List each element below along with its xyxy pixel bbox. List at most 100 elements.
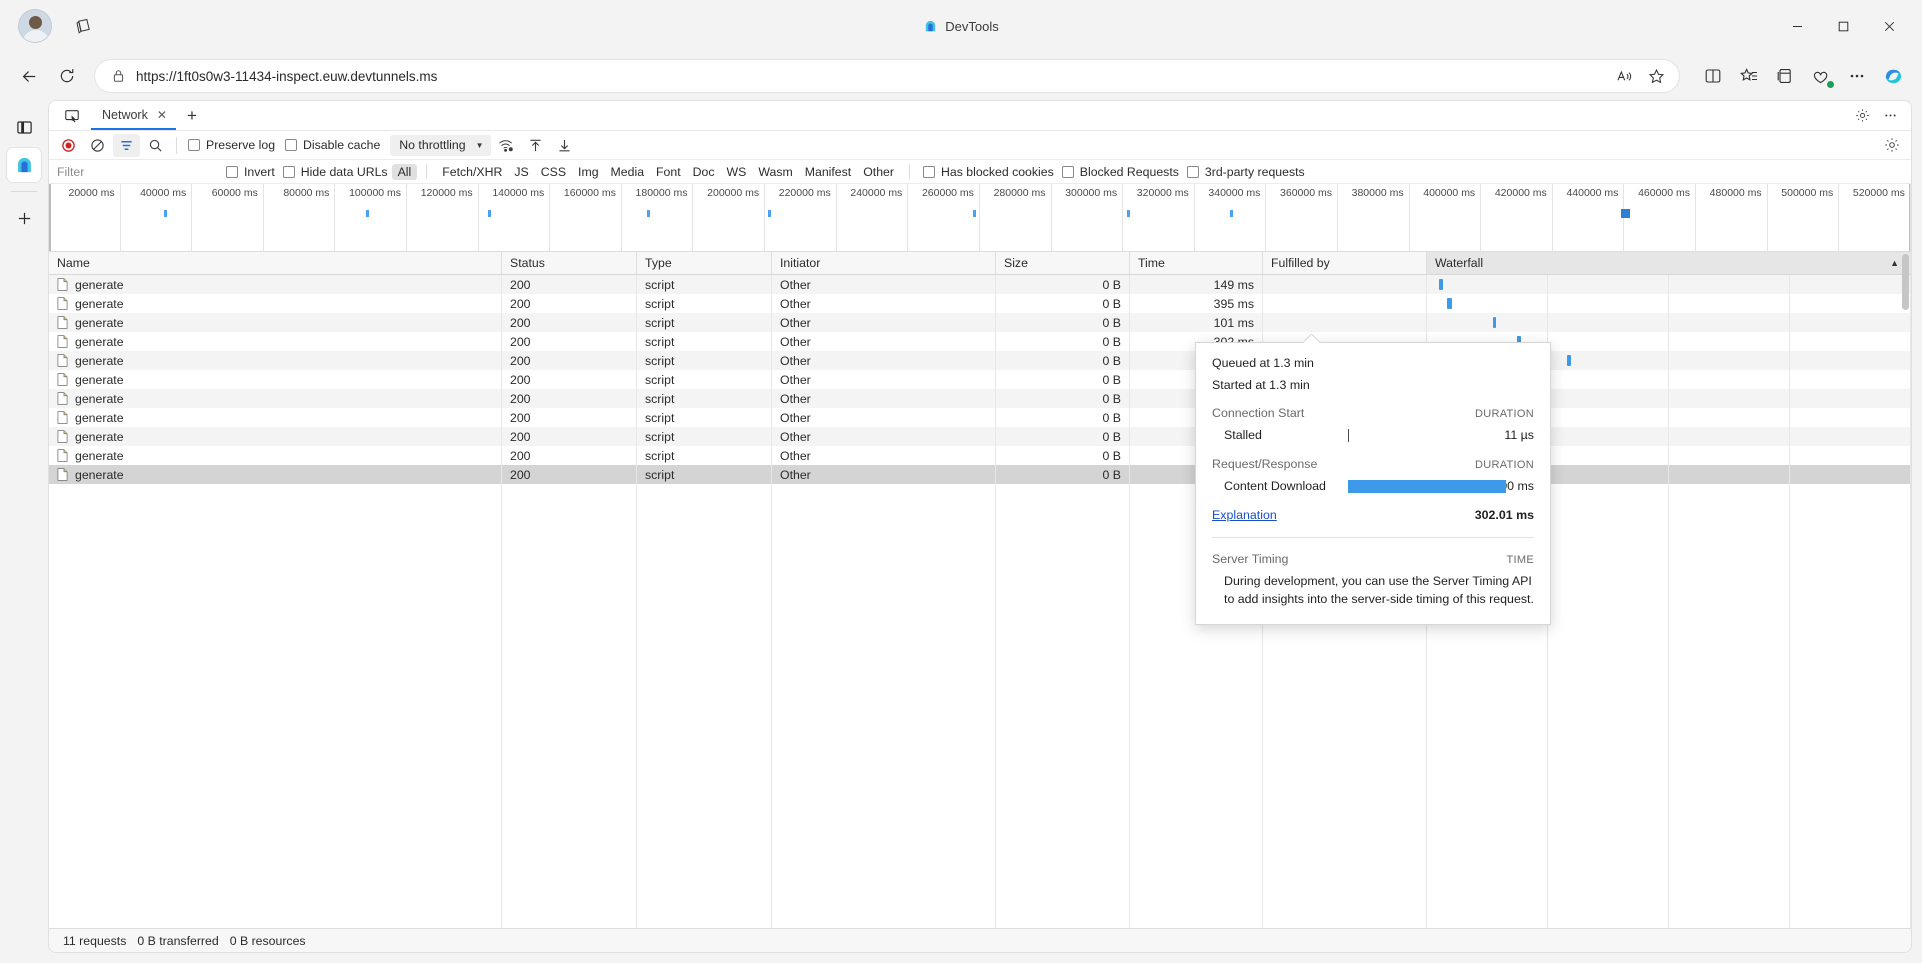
scrollbar-thumb[interactable] <box>1902 254 1909 310</box>
table-row[interactable]: generate 200 script Other 0 B <box>49 427 1911 446</box>
search-button[interactable] <box>142 134 169 157</box>
column-header-type[interactable]: Type <box>637 252 772 274</box>
tab-close-icon[interactable]: ✕ <box>157 108 167 122</box>
devtools-more-icon[interactable] <box>1877 104 1903 128</box>
cell-fulfilled <box>1263 275 1427 294</box>
cell-initiator: Other <box>772 389 996 408</box>
favorites-list-icon[interactable] <box>1732 60 1766 92</box>
preserve-log-checkbox[interactable]: Preserve log <box>188 138 275 152</box>
back-icon[interactable] <box>12 59 46 93</box>
table-row[interactable]: generate 200 script Other 0 B 395 ms <box>49 294 1911 313</box>
table-row[interactable]: generate 200 script Other 0 B 149 ms <box>49 275 1911 294</box>
copilot-icon[interactable] <box>1876 60 1910 92</box>
overview-tick-cell: 80000 ms <box>264 184 336 251</box>
new-panel-icon[interactable]: + <box>176 101 208 130</box>
overview-tick-label: 140000 ms <box>492 187 545 199</box>
collections-icon[interactable] <box>66 9 100 43</box>
sidebar-item-devtools[interactable] <box>7 148 41 182</box>
minimize-button[interactable] <box>1774 6 1820 46</box>
third-party-requests-checkbox[interactable]: 3rd-party requests <box>1186 165 1305 179</box>
close-button[interactable] <box>1866 6 1912 46</box>
clear-button[interactable] <box>84 134 111 157</box>
waterfall-bar[interactable] <box>1439 279 1443 290</box>
devtools-settings-icon[interactable] <box>1849 104 1875 128</box>
table-row[interactable]: generate 200 script Other 0 B 101 ms <box>49 313 1911 332</box>
profile-avatar[interactable] <box>18 9 52 43</box>
requests-scrollbar[interactable] <box>1901 252 1910 928</box>
filter-type-other[interactable]: Other <box>857 164 900 180</box>
waterfall-bar[interactable] <box>1567 355 1572 366</box>
filter-type-js[interactable]: JS <box>508 164 534 180</box>
cell-waterfall[interactable] <box>1427 313 1911 332</box>
read-aloud-icon[interactable] <box>1609 62 1639 90</box>
filter-toggle-button[interactable] <box>113 133 140 157</box>
filter-bar: Filter Invert Hide data URLs All Fetch/X… <box>49 160 1911 184</box>
filter-type-fetchxhr[interactable]: Fetch/XHR <box>436 164 508 180</box>
sidebar-split-screen-icon[interactable] <box>7 110 41 144</box>
waterfall-bar[interactable] <box>1492 317 1497 328</box>
column-header-time[interactable]: Time <box>1130 252 1263 274</box>
table-row[interactable]: generate 200 script Other 0 B <box>49 389 1911 408</box>
table-row[interactable]: generate 200 script Other 0 B <box>49 370 1911 389</box>
column-header-fulfilled[interactable]: Fulfilled by <box>1263 252 1427 274</box>
has-blocked-cookies-checkbox[interactable]: Has blocked cookies <box>922 165 1054 179</box>
split-screen-icon[interactable] <box>1696 60 1730 92</box>
table-row[interactable]: generate200scriptOther0 B302 ms <box>49 332 1911 351</box>
column-header-name[interactable]: Name <box>49 252 502 274</box>
waterfall-bar[interactable] <box>1447 298 1452 309</box>
invert-label: Invert <box>244 164 275 179</box>
filter-type-all[interactable]: All <box>391 163 418 180</box>
browser-essentials-icon[interactable] <box>1804 60 1838 92</box>
filter-type-manifest[interactable]: Manifest <box>799 164 857 180</box>
disable-cache-checkbox[interactable]: Disable cache <box>285 138 380 152</box>
column-header-waterfall[interactable]: Waterfall ▲ <box>1427 252 1911 274</box>
devtools-icon <box>926 20 936 31</box>
filter-type-img[interactable]: Img <box>572 164 605 180</box>
tab-network-label: Network <box>102 107 148 122</box>
inspect-element-icon[interactable] <box>53 101 91 130</box>
filter-type-font[interactable]: Font <box>650 164 687 180</box>
sidebar-divider <box>11 191 37 192</box>
maximize-button[interactable] <box>1820 6 1866 46</box>
favorite-star-icon[interactable] <box>1641 62 1671 90</box>
table-row[interactable]: generate 200 script Other 0 B <box>49 408 1911 427</box>
table-row[interactable]: generate 200 script Other 0 B <box>49 465 1911 484</box>
column-header-initiator[interactable]: Initiator <box>772 252 996 274</box>
overview-tick-label: 100000 ms <box>349 187 402 199</box>
more-options-icon[interactable] <box>1840 60 1874 92</box>
filter-type-media[interactable]: Media <box>605 164 651 180</box>
tooltip-explanation-link[interactable]: Explanation <box>1212 508 1277 522</box>
import-har-button[interactable] <box>522 134 549 157</box>
cell-status: 200 <box>502 446 637 465</box>
table-row[interactable]: generate 200 script Other 0 B <box>49 446 1911 465</box>
hide-data-urls-checkbox[interactable]: Hide data URLs <box>282 165 388 179</box>
filter-type-ws[interactable]: WS <box>721 164 753 180</box>
network-settings-icon[interactable] <box>1878 134 1905 157</box>
filter-divider <box>426 164 428 179</box>
tab-network[interactable]: Network ✕ <box>91 101 176 130</box>
cell-waterfall[interactable] <box>1427 294 1911 313</box>
blocked-requests-checkbox[interactable]: Blocked Requests <box>1061 165 1179 179</box>
record-button[interactable] <box>55 134 82 157</box>
table-row[interactable]: generate 200 script Other 0 B <box>49 351 1911 370</box>
cell-waterfall[interactable] <box>1427 275 1911 294</box>
file-icon <box>57 297 68 310</box>
invert-checkbox[interactable]: Invert <box>226 165 275 179</box>
filter-type-doc[interactable]: Doc <box>687 164 721 180</box>
column-header-size[interactable]: Size <box>996 252 1130 274</box>
network-overview-timeline[interactable]: 20000 ms 40000 ms 60000 ms 80000 ms 100000 m… <box>49 184 1911 252</box>
column-header-status[interactable]: Status <box>502 252 637 274</box>
filter-type-css[interactable]: CSS <box>535 164 572 180</box>
throttling-dropdown[interactable]: No throttling ▼ <box>390 134 491 156</box>
filter-type-wasm[interactable]: Wasm <box>752 164 798 180</box>
network-conditions-button[interactable] <box>493 134 520 157</box>
export-har-button[interactable] <box>551 134 578 157</box>
collections-panel-icon[interactable] <box>1768 60 1802 92</box>
cell-type: script <box>637 313 772 332</box>
sidebar-add-icon[interactable] <box>7 201 41 235</box>
filter-input[interactable]: Filter <box>57 165 222 179</box>
address-bar[interactable]: https://1ft0s0w3-11434-inspect.euw.devtu… <box>94 59 1680 93</box>
refresh-icon[interactable] <box>50 59 84 93</box>
filter-divider-2 <box>908 164 910 179</box>
body-row: Network ✕ + Preserve log Disable cache N… <box>0 100 1922 963</box>
